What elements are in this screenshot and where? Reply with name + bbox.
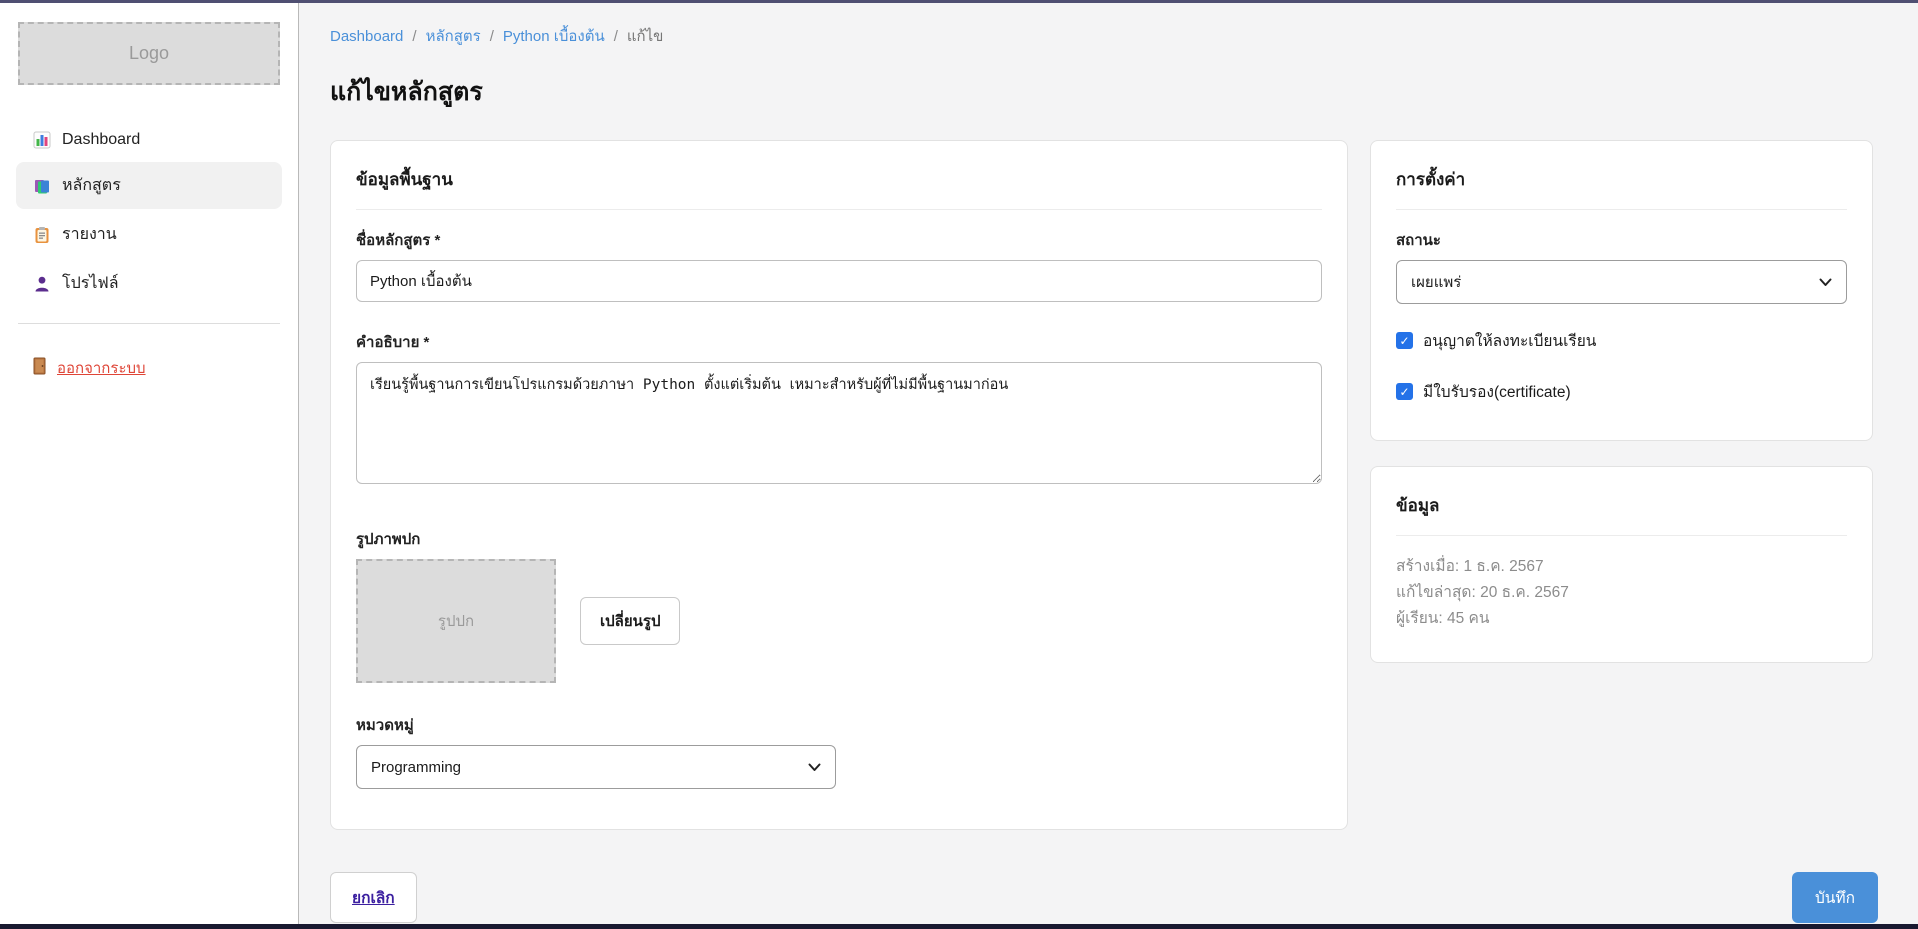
- person-icon: [32, 274, 51, 293]
- sidebar-item-label: โปรไฟล์: [62, 271, 119, 296]
- info-card: ข้อมูล สร้างเมื่อ: 1 ธ.ค. 2567 แก้ไขล่าส…: [1370, 466, 1873, 663]
- sidebar-nav: Dashboard หลักสูตร รายงาน โปรไฟล์: [16, 119, 282, 307]
- sidebar-item-profile[interactable]: โปรไฟล์: [16, 260, 282, 307]
- logout-label: ออกจากระบบ: [57, 356, 146, 380]
- settings-title: การตั้งค่า: [1396, 166, 1847, 193]
- change-image-button[interactable]: เปลี่ยนรูป: [580, 597, 680, 645]
- cover-placeholder-text: รูปปก: [438, 609, 474, 633]
- checkbox-checked-icon[interactable]: ✓: [1396, 332, 1413, 349]
- course-name-label: ชื่อหลักสูตร *: [356, 228, 1322, 252]
- sidebar-item-dashboard[interactable]: Dashboard: [16, 119, 282, 160]
- breadcrumb-separator: /: [490, 28, 494, 45]
- app-root: Logo Dashboard หลักสูตร รายงาน: [0, 0, 1918, 929]
- card-divider: [1396, 209, 1847, 210]
- cancel-button[interactable]: ยกเลิก: [330, 872, 417, 923]
- info-lines: สร้างเมื่อ: 1 ธ.ค. 2567 แก้ไขล่าสุด: 20 …: [1396, 554, 1847, 632]
- breadcrumb-separator: /: [614, 28, 618, 45]
- content-row: ข้อมูลพื้นฐาน ชื่อหลักสูตร * คำอธิบาย * …: [330, 140, 1878, 830]
- basic-info-card: ข้อมูลพื้นฐาน ชื่อหลักสูตร * คำอธิบาย * …: [330, 140, 1348, 830]
- certificate-checkbox-row[interactable]: ✓ มีใบรับรอง(certificate): [1396, 379, 1847, 404]
- sidebar-item-label: หลักสูตร: [62, 173, 121, 198]
- chevron-down-icon: [1819, 278, 1832, 287]
- save-button[interactable]: บันทึก: [1792, 872, 1878, 923]
- settings-card: การตั้งค่า สถานะ เผยแพร่ ✓ อนุญาตให้ลงทะ…: [1370, 140, 1873, 441]
- status-select[interactable]: เผยแพร่: [1396, 260, 1847, 304]
- cover-image-label: รูปภาพปก: [356, 527, 1322, 551]
- sidebar-item-courses[interactable]: หลักสูตร: [16, 162, 282, 209]
- form-actions: ยกเลิก บันทึก: [330, 872, 1878, 923]
- breadcrumb-separator: /: [412, 28, 416, 45]
- allow-enrollment-checkbox-row[interactable]: ✓ อนุญาตให้ลงทะเบียนเรียน: [1396, 328, 1847, 353]
- basic-info-title: ข้อมูลพื้นฐาน: [356, 166, 1322, 193]
- student-count-text: ผู้เรียน: 45 คน: [1396, 606, 1847, 632]
- sidebar-item-reports[interactable]: รายงาน: [16, 211, 282, 258]
- cover-row: รูปปก เปลี่ยนรูป: [356, 559, 1322, 683]
- status-label: สถานะ: [1396, 228, 1847, 252]
- course-name-input[interactable]: [356, 260, 1322, 302]
- breadcrumb-link-dashboard[interactable]: Dashboard: [330, 28, 403, 45]
- description-textarea[interactable]: เรียนรู้พื้นฐานการเขียนโปรแกรมด้วยภาษา P…: [356, 362, 1322, 484]
- sidebar: Logo Dashboard หลักสูตร รายงาน: [0, 0, 299, 929]
- created-date-text: สร้างเมื่อ: 1 ธ.ค. 2567: [1396, 554, 1847, 580]
- window-bottom-bar: [0, 924, 1918, 929]
- certificate-label: มีใบรับรอง(certificate): [1423, 379, 1571, 404]
- logo-text: Logo: [129, 43, 169, 64]
- logo-placeholder: Logo: [18, 22, 280, 85]
- card-divider: [1396, 535, 1847, 536]
- main-content: Dashboard / หลักสูตร / Python เบื้องต้น …: [299, 0, 1918, 929]
- info-title: ข้อมูล: [1396, 492, 1847, 519]
- checkbox-checked-icon[interactable]: ✓: [1396, 383, 1413, 400]
- clipboard-icon: [32, 225, 51, 244]
- card-divider: [356, 209, 1322, 210]
- sidebar-divider: [18, 323, 280, 324]
- cover-image-placeholder: รูปปก: [356, 559, 556, 683]
- bar-chart-icon: [32, 130, 51, 149]
- sidebar-item-label: Dashboard: [62, 131, 140, 149]
- door-icon: [32, 357, 47, 379]
- sidebar-item-label: รายงาน: [62, 222, 117, 247]
- description-label: คำอธิบาย *: [356, 330, 1322, 354]
- breadcrumb-link-courses[interactable]: หลักสูตร: [426, 24, 481, 48]
- books-icon: [32, 176, 51, 195]
- window-top-accent-bar: [0, 0, 1918, 3]
- allow-enrollment-label: อนุญาตให้ลงทะเบียนเรียน: [1423, 328, 1596, 353]
- page-title: แก้ไขหลักสูตร: [330, 72, 1878, 112]
- breadcrumb: Dashboard / หลักสูตร / Python เบื้องต้น …: [330, 24, 1878, 48]
- breadcrumb-link-course[interactable]: Python เบื้องต้น: [503, 24, 605, 48]
- last-modified-text: แก้ไขล่าสุด: 20 ธ.ค. 2567: [1396, 580, 1847, 606]
- right-column: การตั้งค่า สถานะ เผยแพร่ ✓ อนุญาตให้ลงทะ…: [1370, 140, 1873, 663]
- category-select[interactable]: Programming: [356, 745, 836, 789]
- breadcrumb-current: แก้ไข: [627, 24, 664, 48]
- category-label: หมวดหมู่: [356, 713, 1322, 737]
- status-selected-value: เผยแพร่: [1411, 270, 1461, 294]
- logout-link[interactable]: ออกจากระบบ: [16, 346, 282, 390]
- category-selected-value: Programming: [371, 759, 461, 776]
- chevron-down-icon: [808, 763, 821, 772]
